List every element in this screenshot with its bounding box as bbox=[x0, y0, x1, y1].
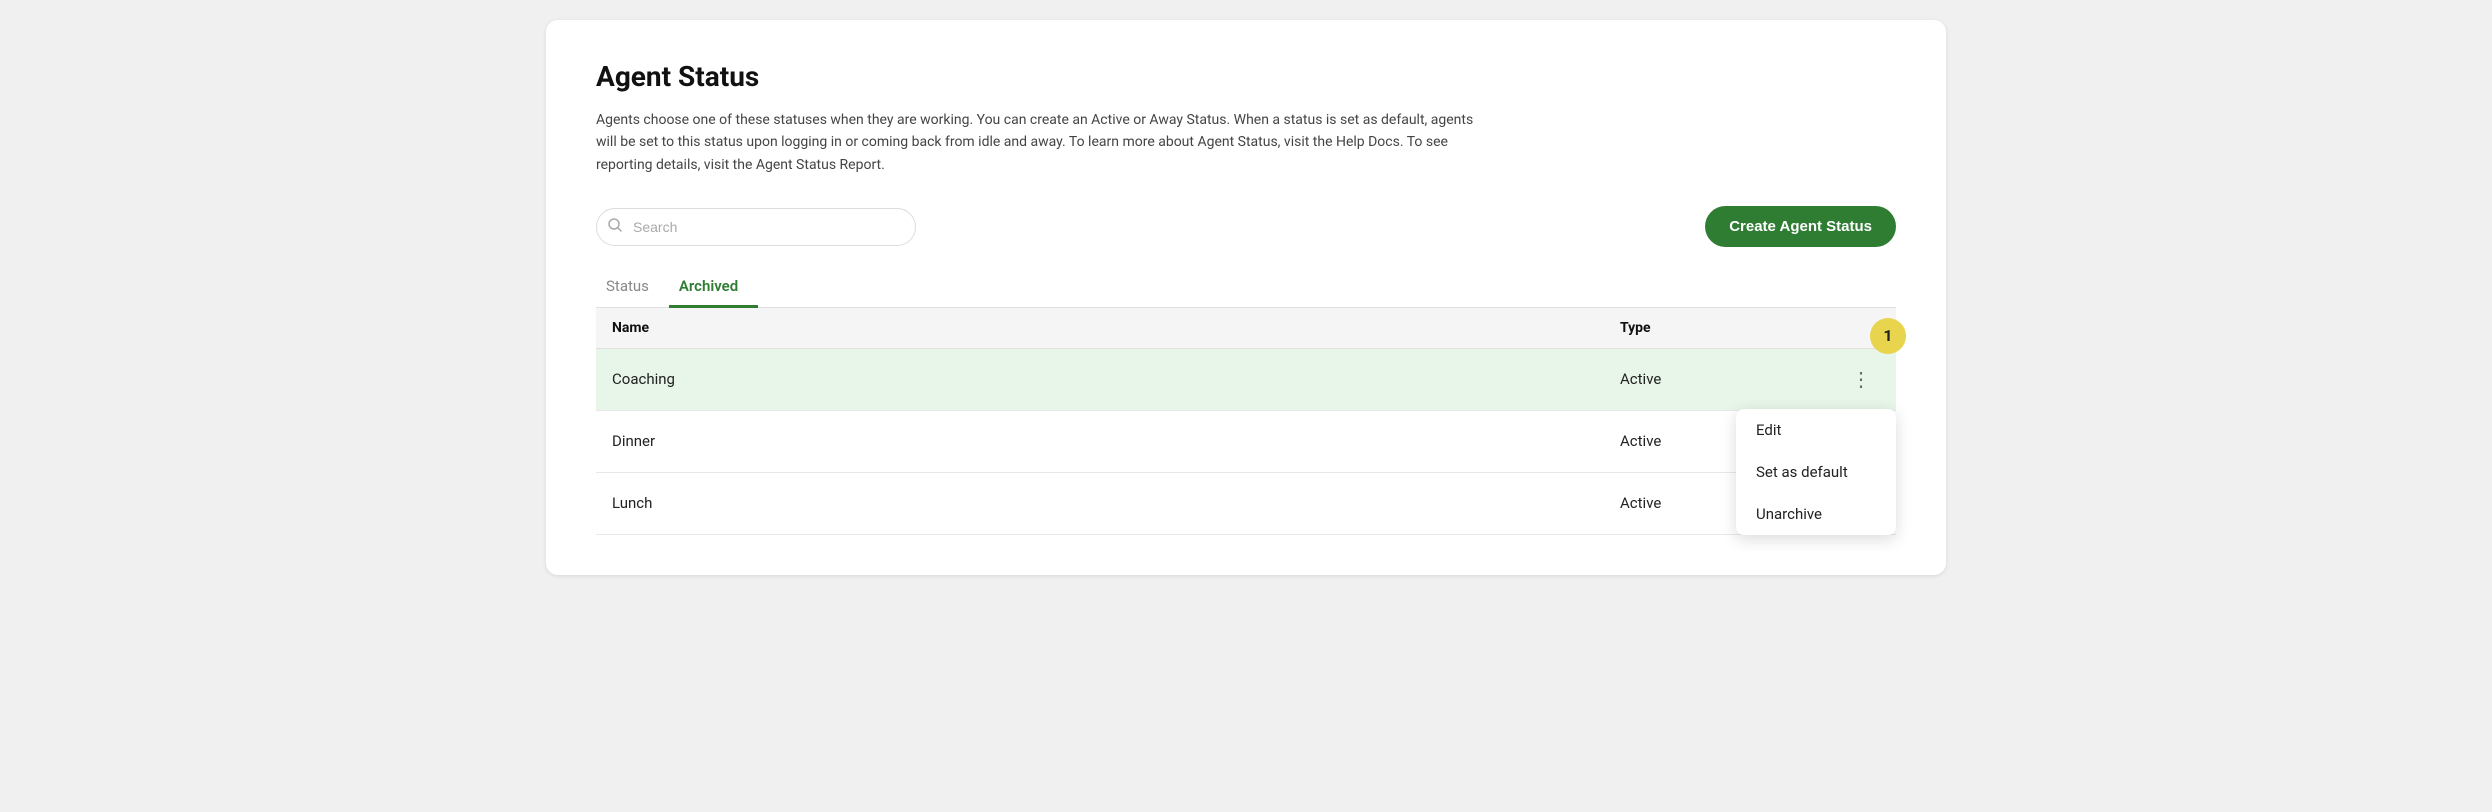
tabs-container: Status Archived bbox=[596, 267, 1896, 308]
tab-archived[interactable]: Archived bbox=[669, 267, 758, 308]
table-wrapper: Name Type 1 Coaching Active ⋮ Edit Set a… bbox=[596, 308, 1896, 535]
tab-status[interactable]: Status bbox=[596, 267, 669, 308]
column-header-name: Name bbox=[612, 320, 1620, 336]
row-name-coaching: Coaching bbox=[612, 370, 1620, 388]
context-menu-item-unarchive[interactable]: Unarchive 2 bbox=[1736, 493, 1896, 535]
row-actions-coaching: ⋮ bbox=[1820, 363, 1880, 396]
context-menu-item-set-as-default[interactable]: Set as default bbox=[1736, 451, 1896, 493]
search-icon bbox=[608, 218, 622, 236]
context-menu-item-edit[interactable]: Edit bbox=[1736, 409, 1896, 451]
row-type-coaching: Active bbox=[1620, 370, 1820, 388]
create-agent-status-button[interactable]: Create Agent Status bbox=[1705, 206, 1896, 247]
search-wrapper bbox=[596, 208, 916, 246]
table-row: Dinner Active ⋮ bbox=[596, 411, 1896, 473]
page-title: Agent Status bbox=[596, 60, 1896, 93]
row-menu-button-coaching[interactable]: ⋮ bbox=[1843, 363, 1880, 396]
page-description: Agents choose one of these statuses when… bbox=[596, 109, 1496, 176]
column-header-type: Type bbox=[1620, 320, 1820, 336]
annotation-badge-1: 1 bbox=[1870, 318, 1906, 354]
context-menu: Edit Set as default Unarchive 2 bbox=[1736, 409, 1896, 535]
search-input[interactable] bbox=[596, 208, 916, 246]
row-name-dinner: Dinner bbox=[612, 432, 1620, 450]
unarchive-label: Unarchive bbox=[1756, 505, 1822, 523]
table-header: Name Type 1 bbox=[596, 308, 1896, 349]
top-bar: Create Agent Status bbox=[596, 206, 1896, 247]
row-name-lunch: Lunch bbox=[612, 494, 1620, 512]
table-row: Coaching Active ⋮ Edit Set as default Un… bbox=[596, 349, 1896, 411]
table-row: Lunch Active ⋮ bbox=[596, 473, 1896, 535]
page-container: Agent Status Agents choose one of these … bbox=[546, 20, 1946, 575]
